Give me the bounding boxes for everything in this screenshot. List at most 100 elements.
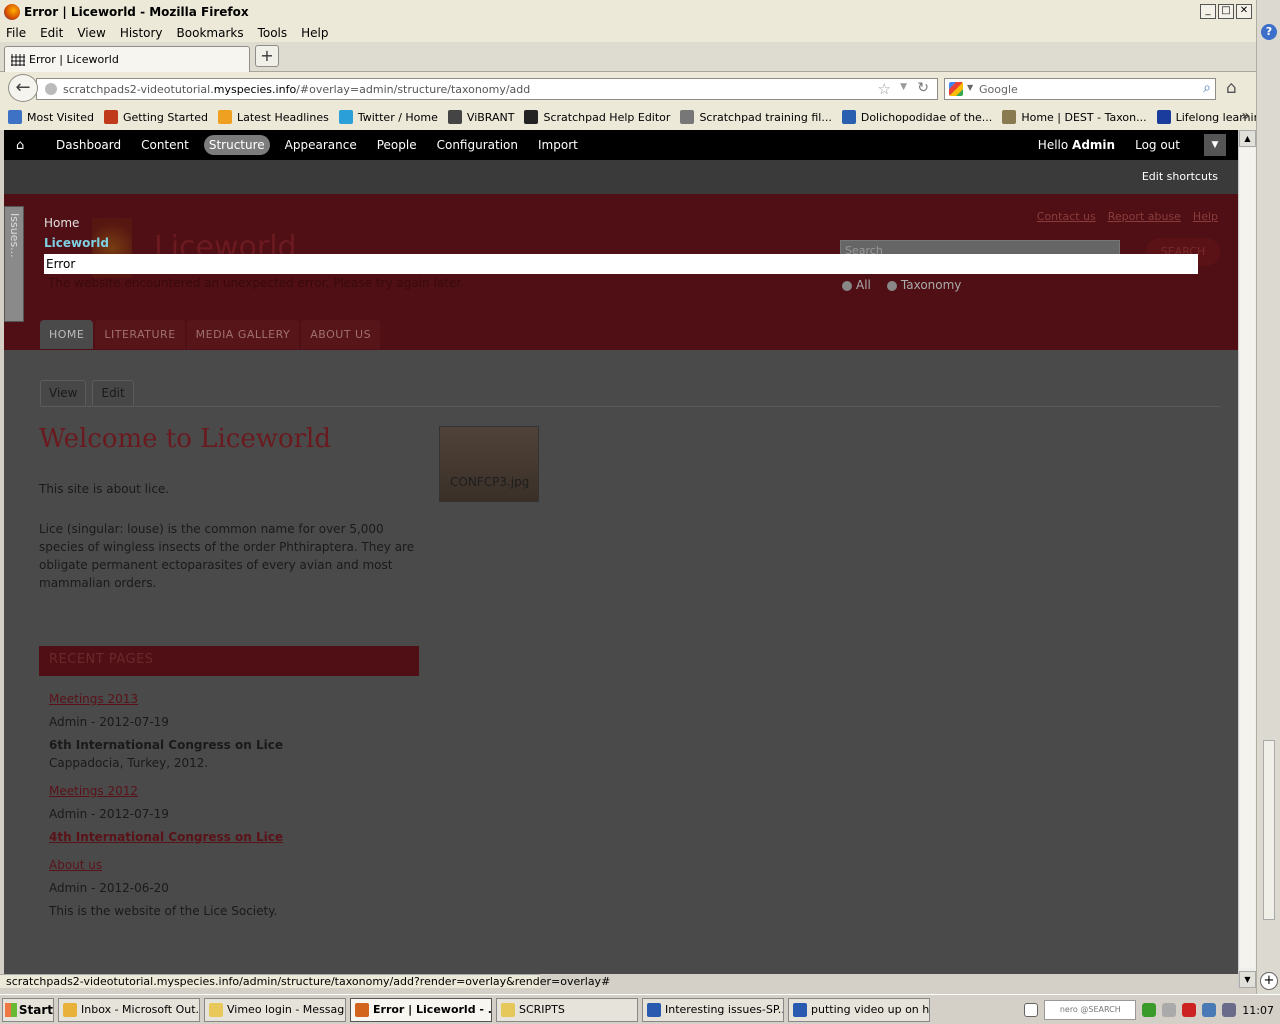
bookmark-most-visited[interactable]: Most Visited bbox=[8, 110, 94, 124]
bookmark-twitter[interactable]: Twitter / Home bbox=[338, 110, 438, 124]
more-bookmarks-icon[interactable]: » bbox=[1241, 108, 1250, 124]
toolbar-configuration[interactable]: Configuration bbox=[432, 135, 523, 155]
edit-shortcuts-link[interactable]: Edit shortcuts bbox=[1142, 170, 1218, 183]
sidebar-scrollbar[interactable]: ? + bbox=[1256, 0, 1280, 994]
search-icon[interactable]: ⌕ bbox=[1203, 80, 1211, 96]
report-abuse-link[interactable]: Report abuse bbox=[1108, 210, 1181, 223]
taskbar-vimeo-message[interactable]: Vimeo login - Messag... bbox=[204, 997, 346, 1022]
recent-link-meetings-2013[interactable]: Meetings 2013 bbox=[49, 692, 138, 706]
firefox-taskbar-icon bbox=[355, 1002, 369, 1017]
menu-file[interactable]: File bbox=[6, 26, 26, 40]
url-host: myspecies.info bbox=[213, 82, 297, 96]
user-name[interactable]: Admin bbox=[1072, 138, 1115, 152]
logout-link[interactable]: Log out bbox=[1135, 138, 1180, 152]
admin-home-icon[interactable]: ⌂ bbox=[16, 138, 46, 153]
taskbar-word-video[interactable]: putting video up on h... bbox=[788, 997, 930, 1022]
mail-icon bbox=[209, 1002, 223, 1017]
scroll-thumb[interactable] bbox=[1240, 148, 1255, 968]
recent-link-4th-congress[interactable]: 4th International Congress on Lice bbox=[49, 830, 283, 844]
scroll-down-icon[interactable]: ▼ bbox=[1239, 971, 1256, 988]
home-icon[interactable]: ⌂ bbox=[1226, 78, 1237, 98]
taskbar-scripts-folder[interactable]: SCRIPTS bbox=[496, 997, 638, 1022]
start-button[interactable]: Start bbox=[2, 997, 54, 1022]
status-bar: scratchpads2-videotutorial.myspecies.inf… bbox=[0, 974, 610, 988]
menu-tools[interactable]: Tools bbox=[258, 26, 288, 40]
help-tray-icon[interactable] bbox=[1024, 1003, 1039, 1017]
breadcrumb-site-name[interactable]: Liceworld bbox=[44, 236, 109, 250]
network-icon[interactable] bbox=[1202, 1003, 1217, 1017]
most-visited-icon bbox=[8, 110, 22, 124]
search-engine-dropdown-icon[interactable]: ▼ bbox=[967, 83, 973, 92]
header-links: Contact us Report abuse Help bbox=[1037, 210, 1218, 223]
taskbar-outlook[interactable]: Inbox - Microsoft Out... bbox=[58, 997, 200, 1022]
go-arrow-icon[interactable] bbox=[1142, 1003, 1157, 1017]
volume-icon[interactable] bbox=[1222, 1003, 1237, 1017]
maximize-button[interactable]: □ bbox=[1218, 4, 1234, 19]
menu-bookmarks[interactable]: Bookmarks bbox=[177, 26, 244, 40]
toolbar-people[interactable]: People bbox=[372, 135, 422, 155]
scroll-up-icon[interactable]: ▲ bbox=[1239, 130, 1256, 147]
search-bar[interactable]: ▼ Google ⌕ bbox=[944, 78, 1216, 100]
recent-link-about-us[interactable]: About us bbox=[49, 858, 102, 872]
featured-image[interactable]: CONFCP3.jpg bbox=[439, 426, 539, 502]
local-tabs: View Edit bbox=[40, 380, 140, 405]
google-icon[interactable] bbox=[949, 82, 963, 96]
url-dropdown-icon[interactable]: ▼ bbox=[900, 82, 907, 92]
bookmark-getting-started[interactable]: Getting Started bbox=[103, 110, 208, 124]
menu-edit[interactable]: Edit bbox=[40, 26, 63, 40]
windows-taskbar: Start Inbox - Microsoft Out... Vimeo log… bbox=[0, 994, 1280, 1024]
shortcuts-drawer-toggle-icon[interactable]: ▼ bbox=[1204, 134, 1226, 156]
taskbar-word-issues[interactable]: Interesting issues-SP... bbox=[642, 997, 784, 1022]
bookmark-scratchpad-training[interactable]: Scratchpad training fil... bbox=[680, 110, 832, 124]
tab-view[interactable]: View bbox=[40, 380, 87, 405]
close-button[interactable]: ✕ bbox=[1236, 4, 1252, 19]
radio-taxonomy[interactable]: Taxonomy bbox=[886, 278, 961, 292]
breadcrumb-home[interactable]: Home bbox=[44, 216, 79, 230]
new-tab-button[interactable]: + bbox=[255, 45, 279, 67]
admin-toolbar: ⌂ Dashboard Content Structure Appearance… bbox=[4, 130, 1238, 160]
zoom-plus-icon[interactable]: + bbox=[1260, 972, 1278, 990]
nav-home[interactable]: HOME bbox=[40, 320, 94, 349]
issues-tab[interactable]: Issues... bbox=[4, 206, 24, 322]
url-bar[interactable]: scratchpads2-videotutorial. myspecies.inf… bbox=[36, 78, 938, 100]
outer-scroll-thumb[interactable] bbox=[1263, 740, 1275, 920]
recent-link-meetings-2012[interactable]: Meetings 2012 bbox=[49, 784, 138, 798]
toolbar-dashboard[interactable]: Dashboard bbox=[51, 135, 126, 155]
tab-edit[interactable]: Edit bbox=[92, 380, 134, 405]
taskbar-firefox[interactable]: Error | Liceworld - ... bbox=[350, 997, 492, 1022]
nav-literature[interactable]: LITERATURE bbox=[95, 320, 185, 349]
contact-us-link[interactable]: Contact us bbox=[1037, 210, 1096, 223]
bookmark-star-icon[interactable]: ☆ bbox=[878, 80, 891, 98]
menu-view[interactable]: View bbox=[77, 26, 105, 40]
nav-media-gallery[interactable]: MEDIA GALLERY bbox=[186, 320, 300, 349]
browser-tab[interactable]: Error | Liceworld bbox=[4, 46, 250, 72]
nav-about-us[interactable]: ABOUT US bbox=[301, 320, 381, 349]
menu-history[interactable]: History bbox=[120, 26, 163, 40]
help-link[interactable]: Help bbox=[1193, 210, 1218, 223]
url-path: /#overlay=admin/structure/taxonomy/add bbox=[296, 82, 531, 96]
drupal-icon bbox=[841, 110, 856, 124]
bookmark-dolichopodidae[interactable]: Dolichopodidae of the... bbox=[841, 110, 992, 124]
radio-all-icon bbox=[842, 280, 852, 291]
recent-description: This is the website of the Lice Society. bbox=[49, 904, 278, 918]
page-favicon-icon bbox=[11, 53, 25, 66]
bookmark-scratchpad-help[interactable]: Scratchpad Help Editor bbox=[524, 110, 670, 124]
toolbar-content[interactable]: Content bbox=[136, 135, 194, 155]
toolbar-structure[interactable]: Structure bbox=[203, 135, 270, 155]
tab-bar: Error | Liceworld bbox=[0, 42, 1256, 72]
menu-help[interactable]: Help bbox=[301, 26, 328, 40]
toolbar-appearance[interactable]: Appearance bbox=[280, 135, 362, 155]
bookmark-latest-headlines[interactable]: Latest Headlines bbox=[218, 110, 329, 124]
minimize-button[interactable]: _ bbox=[1200, 4, 1216, 19]
back-button[interactable]: ← bbox=[8, 74, 38, 102]
bookmark-vibrant[interactable]: ViBRANT bbox=[447, 110, 514, 124]
acrobat-icon[interactable] bbox=[1182, 1003, 1197, 1017]
page-scrollbar[interactable]: ▲ ▼ bbox=[1238, 130, 1256, 988]
help-question-icon[interactable]: ? bbox=[1261, 24, 1277, 40]
nero-search-box[interactable]: nero @SEARCH bbox=[1044, 1000, 1137, 1020]
toolbar-import[interactable]: Import bbox=[533, 135, 583, 155]
radio-all[interactable]: All bbox=[842, 278, 871, 292]
reload-icon[interactable]: ↻ bbox=[917, 80, 929, 96]
tray-expand-icon[interactable] bbox=[1162, 1003, 1177, 1017]
bookmark-dest-home[interactable]: Home | DEST - Taxon... bbox=[1002, 110, 1147, 124]
